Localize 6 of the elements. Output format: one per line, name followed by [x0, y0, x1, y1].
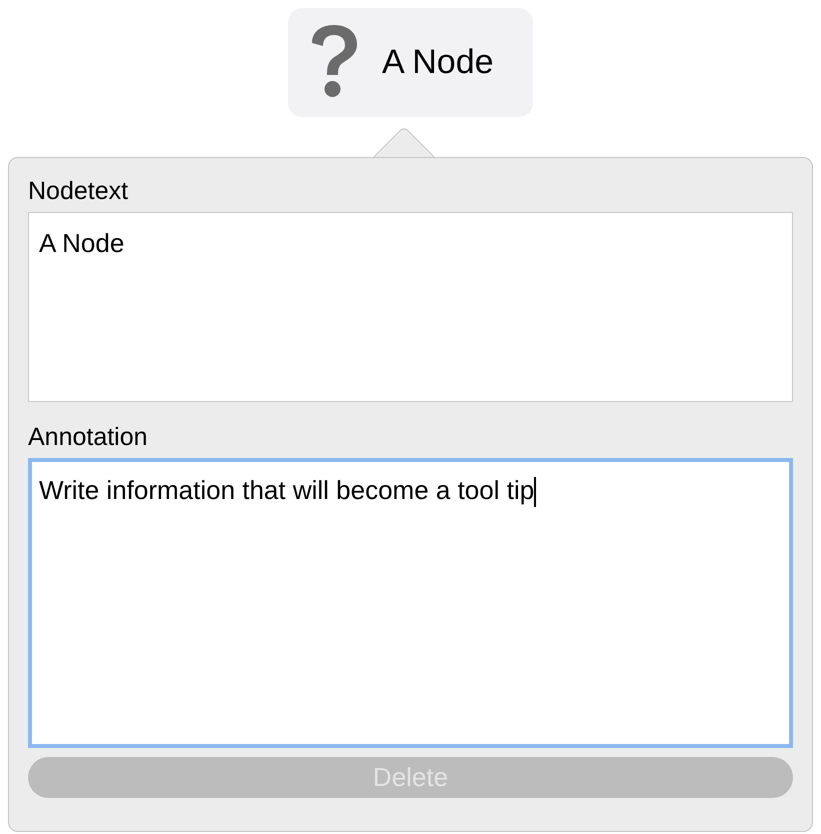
text-field[interactable]: Write information that will become a tool tip — [28, 458, 793, 748]
node-label: A Node — [382, 42, 494, 83]
node-card[interactable]: A Node — [288, 8, 533, 117]
text-field[interactable]: A Node — [28, 212, 793, 402]
field-label: Annotation — [28, 422, 149, 452]
field-label: Nodetext — [28, 176, 130, 206]
